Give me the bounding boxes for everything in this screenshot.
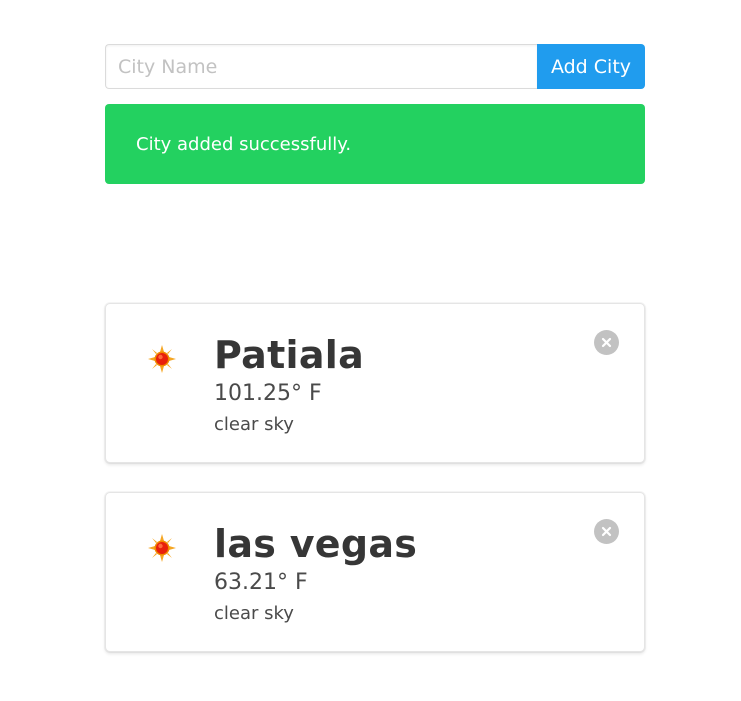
notification-text: City added successfully. bbox=[136, 133, 352, 155]
add-city-form: Add City bbox=[105, 44, 645, 89]
city-info: las vegas 63.21° F clear sky bbox=[214, 519, 417, 626]
add-city-button[interactable]: Add City bbox=[537, 44, 645, 89]
city-name: las vegas bbox=[214, 522, 418, 566]
sun-icon bbox=[148, 345, 176, 373]
city-info: Patiala 101.25° F clear sky bbox=[214, 330, 364, 437]
city-name: Patiala bbox=[214, 333, 365, 377]
weather-description: clear sky bbox=[214, 603, 294, 624]
weather-description: clear sky bbox=[214, 414, 294, 435]
success-notification: City added successfully. bbox=[105, 104, 645, 184]
city-name-input[interactable] bbox=[105, 44, 537, 89]
close-icon bbox=[601, 526, 612, 537]
delete-city-button[interactable] bbox=[594, 330, 619, 355]
city-card: las vegas 63.21° F clear sky bbox=[105, 492, 645, 652]
city-card: Patiala 101.25° F clear sky bbox=[105, 303, 645, 463]
close-icon bbox=[601, 337, 612, 348]
city-temperature: 101.25° F bbox=[214, 381, 322, 406]
delete-city-button[interactable] bbox=[594, 519, 619, 544]
city-temperature: 63.21° F bbox=[214, 570, 308, 595]
sun-icon bbox=[148, 534, 176, 562]
